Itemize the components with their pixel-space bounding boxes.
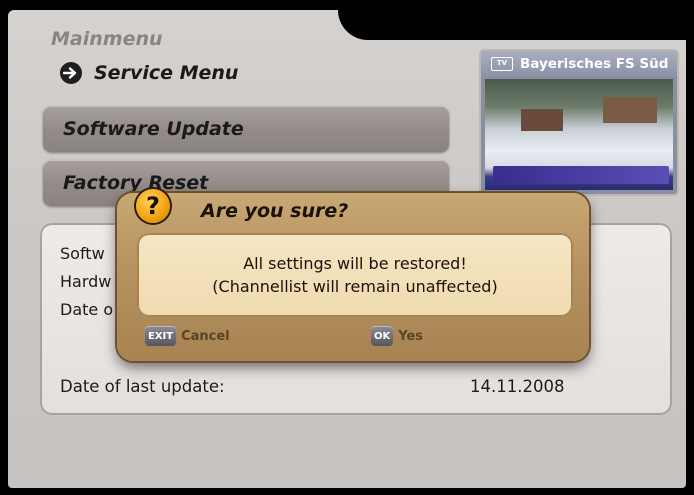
question-icon: ? bbox=[136, 189, 170, 223]
channel-preview: TV Bayerisches FS Süd bbox=[481, 51, 677, 194]
dialog-footer: EXIT Cancel OK Yes bbox=[141, 326, 561, 348]
arrow-right-icon bbox=[60, 62, 82, 84]
exit-key-icon: EXIT bbox=[145, 326, 177, 346]
page-title: Mainmenu bbox=[51, 28, 163, 50]
dialog-message-line2: (Channellist will remain unaffected) bbox=[212, 277, 498, 296]
yes-label: Yes bbox=[398, 328, 424, 344]
info-row-software: Softw bbox=[60, 244, 105, 263]
tv-screen: Mainmenu Service Menu Software Update Fa… bbox=[0, 0, 694, 495]
menu-item-software-update[interactable]: Software Update bbox=[43, 106, 449, 152]
preview-overlay-bar bbox=[493, 166, 669, 184]
preview-building bbox=[521, 109, 563, 131]
submenu-title: Service Menu bbox=[94, 62, 239, 84]
preview-title-bar: TV Bayerisches FS Süd bbox=[481, 51, 677, 77]
cancel-label: Cancel bbox=[181, 328, 230, 344]
info-row-date: Date o bbox=[60, 300, 114, 319]
last-update-label: Date of last update: bbox=[60, 377, 225, 396]
confirm-dialog: ? Are you sure? All settings will be res… bbox=[117, 189, 589, 361]
main-panel: Mainmenu Service Menu Software Update Fa… bbox=[8, 10, 694, 488]
preview-building bbox=[603, 97, 657, 123]
channel-name: Bayerisches FS Süd bbox=[520, 56, 669, 72]
info-row-hardware: Hardw bbox=[60, 272, 112, 291]
yes-button[interactable]: OK Yes bbox=[371, 326, 423, 346]
preview-image bbox=[485, 79, 673, 190]
dialog-message-line1: All settings will be restored! bbox=[243, 254, 467, 273]
breadcrumb: Service Menu bbox=[60, 62, 238, 84]
dialog-title: Are you sure? bbox=[201, 200, 349, 222]
dialog-message: All settings will be restored! (Channell… bbox=[137, 233, 573, 317]
panel-notch bbox=[338, 10, 694, 40]
cancel-button[interactable]: EXIT Cancel bbox=[145, 326, 230, 346]
tv-icon: TV bbox=[491, 57, 513, 71]
last-update-value: 14.11.2008 bbox=[470, 377, 565, 396]
ok-key-icon: OK bbox=[371, 326, 394, 346]
